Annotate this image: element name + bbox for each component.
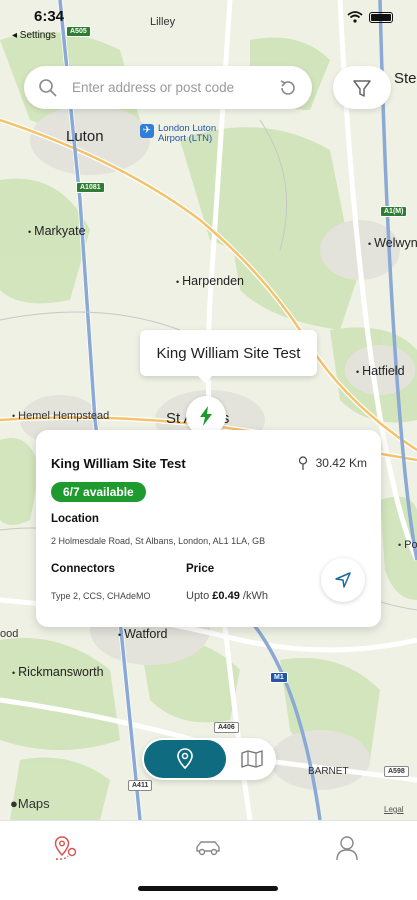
folded-map-icon <box>241 750 263 768</box>
vehicle-tab[interactable] <box>188 833 228 863</box>
place-hemel-hempstead: Hemel Hempstead <box>12 410 109 422</box>
place-watford: Watford <box>118 627 167 641</box>
station-card[interactable]: King William Site Test 30.42 Km 6/7 avai… <box>36 430 381 627</box>
place-po: Po <box>398 539 417 551</box>
lightning-icon <box>200 406 212 426</box>
place-luton: Luton <box>66 128 104 145</box>
station-callout[interactable]: King William Site Test <box>140 330 317 383</box>
availability-badge: 6/7 available <box>51 482 146 502</box>
place-harpenden: Harpenden <box>176 274 244 288</box>
back-to-settings-link[interactable]: ◂ Settings <box>12 30 56 41</box>
callout-title: King William Site Test <box>156 344 301 362</box>
status-bar: 6:34 ◂ Settings <box>0 0 417 44</box>
place-luton-airport: ✈ London Luton Airport (LTN) <box>140 124 240 144</box>
road-shield: A411 <box>128 780 153 791</box>
station-name: King William Site Test <box>51 456 186 471</box>
search-icon <box>39 78 57 97</box>
legal-link[interactable]: Legal <box>384 805 404 814</box>
filter-button[interactable] <box>333 66 391 109</box>
location-label: Location <box>51 513 99 525</box>
place-ste: Ste <box>394 70 417 87</box>
location-pin-icon <box>298 456 307 470</box>
price-label: Price <box>186 563 215 575</box>
reset-location-icon[interactable] <box>278 78 298 98</box>
status-time: 6:34 <box>34 8 65 25</box>
view-toggle[interactable] <box>142 738 276 780</box>
connectors-label: Connectors <box>51 563 115 575</box>
connectors-value: Type 2, CCS, CHAdeMO <box>51 591 151 601</box>
road-shield: A1(M) <box>380 206 408 217</box>
distance-value: 30.42 Km <box>315 456 367 470</box>
road-shield: A598 <box>384 766 409 777</box>
search-bar[interactable]: Enter address or post code <box>24 66 312 109</box>
road-shield: M1 <box>270 672 288 683</box>
map-tab[interactable] <box>46 833 86 863</box>
airport-icon: ✈ <box>140 124 154 138</box>
map-pin-icon <box>177 748 193 770</box>
place-rickmansworth: Rickmansworth <box>12 665 103 679</box>
battery-icon <box>369 11 393 23</box>
apple-logo-icon: ● <box>10 796 18 811</box>
car-icon <box>196 841 220 856</box>
filter-icon <box>353 79 371 97</box>
place-hatfield: Hatfield <box>356 364 404 378</box>
user-icon <box>336 836 358 861</box>
road-shield: A406 <box>214 722 239 733</box>
search-input[interactable]: Enter address or post code <box>72 80 278 95</box>
place-welwyn: Welwyn <box>368 236 417 250</box>
price-text: Upto £0.49 /kWh <box>186 590 268 602</box>
price-value: £0.49 <box>212 590 240 602</box>
maps-attribution: ●Maps <box>10 796 50 811</box>
home-indicator <box>138 886 278 891</box>
place-barnet: BARNET <box>308 766 349 777</box>
map-view-button[interactable] <box>230 740 274 778</box>
map-pin-icon <box>54 836 77 860</box>
station-distance: 30.42 Km <box>298 456 367 470</box>
navigation-arrow-icon <box>335 572 351 588</box>
place-ood: ood <box>0 628 19 640</box>
place-markyate: Markyate <box>28 224 85 238</box>
station-address: 2 Holmesdale Road, St Albans, London, AL… <box>51 536 266 546</box>
road-shield: A1081 <box>76 182 105 193</box>
profile-tab[interactable] <box>327 833 367 863</box>
navigate-button[interactable] <box>321 558 365 602</box>
wifi-icon <box>347 11 363 23</box>
status-icons <box>347 11 393 23</box>
map-pin-view-button[interactable] <box>144 740 226 778</box>
